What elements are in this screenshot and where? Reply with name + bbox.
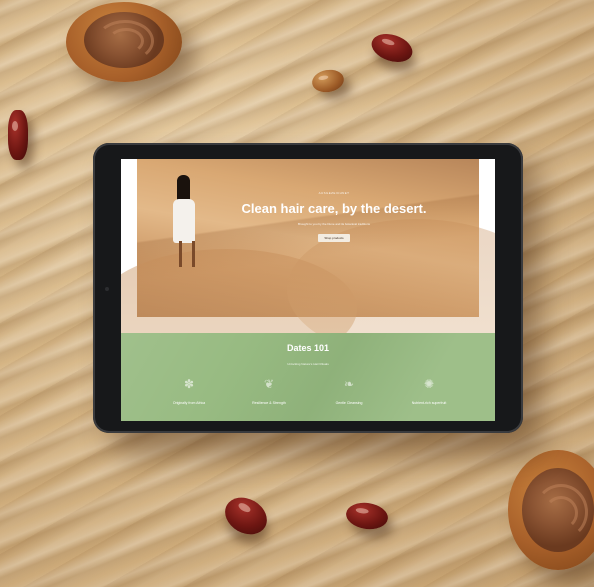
sprout-icon: ✺ xyxy=(423,377,435,391)
drop-icon: ❧ xyxy=(343,377,355,391)
sand-background: AUSGEZEICHNET Clean hair care, by the de… xyxy=(0,0,594,587)
camera-icon xyxy=(105,287,109,291)
tablet-device: AUSGEZEICHNET Clean hair care, by the de… xyxy=(93,143,523,433)
feature-label: Nutrient-rich superfruit xyxy=(411,401,447,405)
date-fruit xyxy=(310,67,346,95)
palm-tree-icon: ✽ xyxy=(183,377,195,391)
feature-item: ✽ Originally from Africa xyxy=(151,373,227,417)
hero-subtitle: Brought to you by the Dune and its botan… xyxy=(297,222,371,226)
hero-eyebrow: AUSGEZEICHNET xyxy=(318,191,350,195)
shop-button[interactable]: Shop products xyxy=(318,234,350,242)
hero-title: Clean hair care, by the desert. xyxy=(241,201,427,216)
feature-label: Resilience & Strength xyxy=(252,401,286,405)
website-screen: AUSGEZEICHNET Clean hair care, by the de… xyxy=(121,159,495,421)
leaf-icon: ❦ xyxy=(263,377,275,391)
date-paste-bowl-top xyxy=(66,2,182,82)
hero-text-block: AUSGEZEICHNET Clean hair care, by the de… xyxy=(209,191,459,244)
date-fruit xyxy=(368,29,416,67)
feature-item: ✺ Nutrient-rich superfruit xyxy=(391,373,467,417)
hero-section: AUSGEZEICHNET Clean hair care, by the de… xyxy=(121,159,495,369)
woman-walking-figure xyxy=(169,175,199,275)
feature-label: Gentle Cleansing xyxy=(335,401,363,405)
feature-item: ❦ Resilience & Strength xyxy=(231,373,307,417)
dates-101-section: Dates 101 Unlocking Nature's Hair Ritual… xyxy=(121,333,495,421)
feature-list: ✽ Originally from Africa ❦ Resilience & … xyxy=(151,373,467,417)
date-fruit xyxy=(8,110,28,160)
section-title: Dates 101 xyxy=(286,343,330,353)
feature-item: ❧ Gentle Cleansing xyxy=(311,373,387,417)
section-subtitle: Unlocking Nature's Hair Rituals xyxy=(287,362,329,366)
date-fruit xyxy=(344,500,390,532)
date-paste-bowl-bottom xyxy=(508,450,594,570)
feature-label: Originally from Africa xyxy=(172,401,206,405)
date-fruit xyxy=(218,490,274,542)
